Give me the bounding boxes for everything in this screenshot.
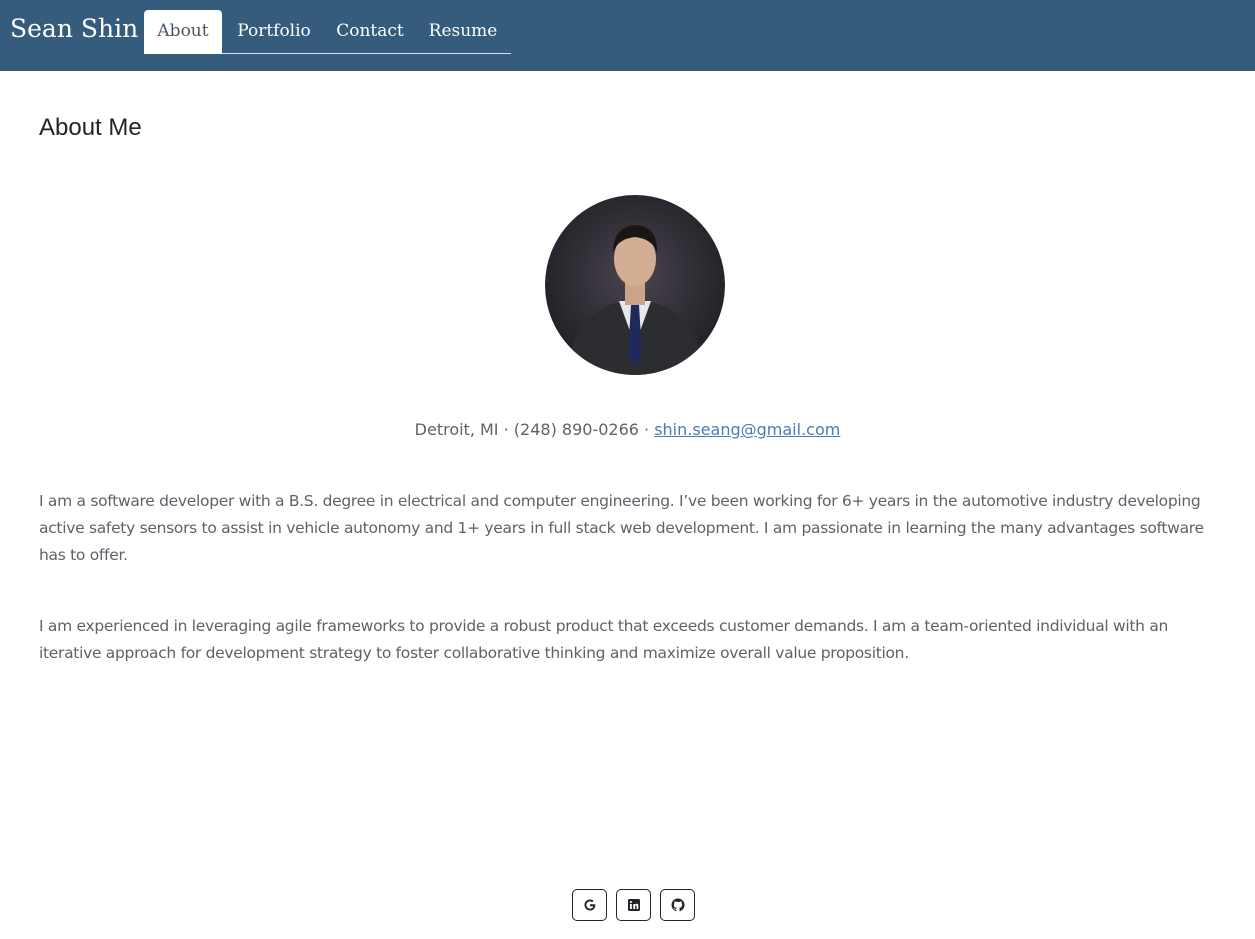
phone-text: (248) 890-0266 [513, 420, 639, 439]
profile-photo [545, 195, 725, 375]
contact-line: Detroit, MI · (248) 890-0266 · shin.sean… [0, 420, 1255, 439]
page-title: About Me [39, 114, 142, 141]
google-icon [584, 899, 595, 911]
separator: · [638, 420, 655, 439]
tab-contact[interactable]: Contact [326, 10, 414, 53]
linkedin-button[interactable] [616, 889, 651, 921]
email-link[interactable]: shin.seang@gmail.com [654, 420, 840, 439]
linkedin-icon [627, 899, 640, 911]
github-button[interactable] [660, 889, 695, 921]
tab-portfolio[interactable]: Portfolio [224, 10, 324, 53]
nav-tabs: About Portfolio Contact Resume [144, 10, 511, 54]
bio-paragraph-2: I am experienced in leveraging agile fra… [39, 617, 1169, 662]
tab-about[interactable]: About [144, 10, 222, 54]
bio-paragraph-1: I am a software developer with a B.S. de… [39, 492, 1204, 564]
github-icon [671, 898, 684, 912]
navbar: Sean Shin About Portfolio Contact Resume [0, 0, 1255, 71]
google-button[interactable] [572, 889, 607, 921]
separator: · [498, 420, 514, 439]
location-text: Detroit, MI [414, 420, 499, 439]
brand-name[interactable]: Sean Shin [10, 14, 138, 43]
tab-resume[interactable]: Resume [416, 10, 510, 53]
